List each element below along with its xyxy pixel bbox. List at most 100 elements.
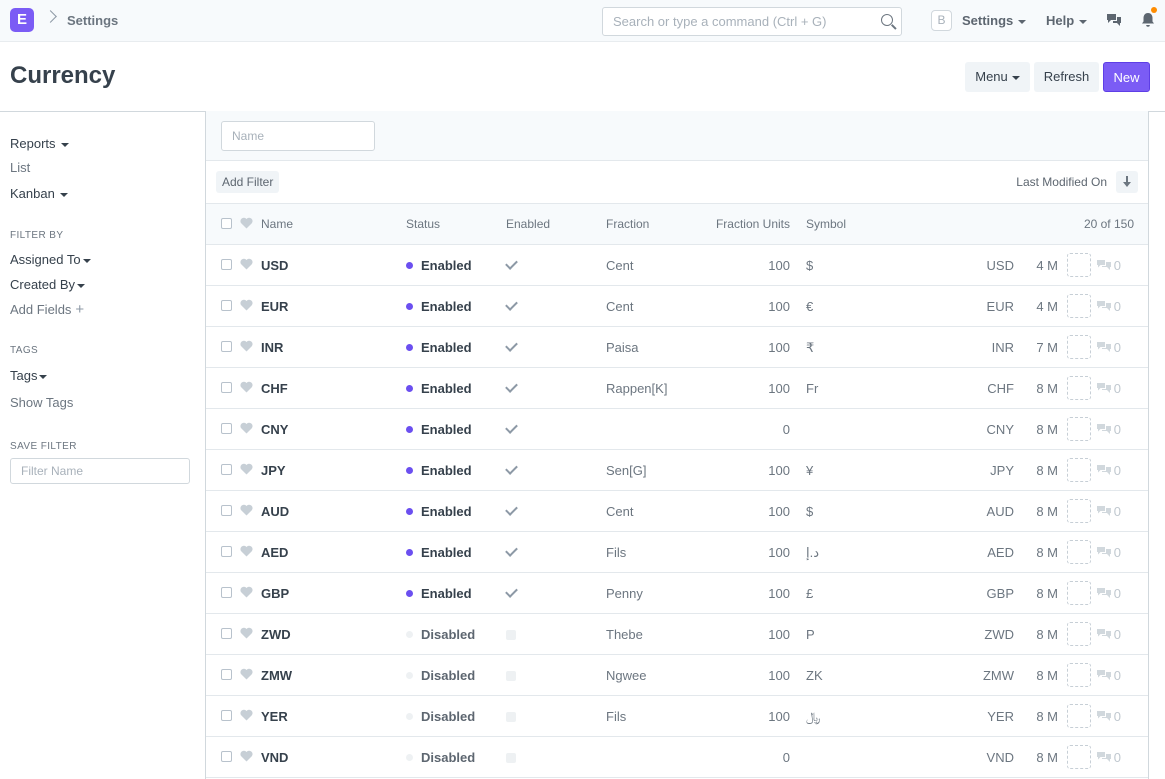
- status-dot: [406, 590, 413, 598]
- list-row[interactable]: AED Enabled Fils 100 د.إ AED 8 M 0: [206, 532, 1148, 573]
- assign-avatar-placeholder[interactable]: [1067, 417, 1091, 441]
- sort-selector[interactable]: Last Modified On: [1016, 175, 1107, 189]
- row-name[interactable]: JPY: [261, 463, 286, 478]
- row-checkbox[interactable]: [221, 669, 232, 680]
- filter-name-input[interactable]: [10, 458, 190, 484]
- assign-avatar-placeholder[interactable]: [1067, 745, 1091, 769]
- heart-icon[interactable]: [240, 627, 253, 639]
- row-name[interactable]: CHF: [261, 381, 288, 396]
- assign-avatar-placeholder[interactable]: [1067, 253, 1091, 277]
- refresh-button[interactable]: Refresh: [1034, 62, 1099, 92]
- assign-avatar-placeholder[interactable]: [1067, 704, 1091, 728]
- assign-avatar-placeholder[interactable]: [1067, 499, 1091, 523]
- assign-avatar-placeholder[interactable]: [1067, 581, 1091, 605]
- bell-icon[interactable]: [1140, 12, 1156, 28]
- settings-dropdown[interactable]: Settings: [962, 13, 1027, 28]
- row-name[interactable]: USD: [261, 258, 288, 273]
- heart-icon[interactable]: [240, 381, 253, 393]
- add-fields-link[interactable]: Add Fields +: [10, 301, 84, 318]
- assigned-to-dropdown[interactable]: Assigned To: [10, 252, 91, 267]
- sidebar-reports-dropdown[interactable]: Reports: [10, 136, 69, 151]
- assign-avatar-placeholder[interactable]: [1067, 663, 1091, 687]
- help-dropdown[interactable]: Help: [1046, 13, 1088, 28]
- assign-avatar-placeholder[interactable]: [1067, 622, 1091, 646]
- row-checkbox[interactable]: [221, 505, 232, 516]
- row-modified-time: 8 M: [1036, 504, 1058, 519]
- row-name[interactable]: AED: [261, 545, 288, 560]
- list-row[interactable]: ZWD Disabled Thebe 100 P ZWD 8 M 0: [206, 614, 1148, 655]
- row-fraction-units: 0: [782, 750, 790, 765]
- row-checkbox[interactable]: [221, 628, 232, 639]
- heart-icon[interactable]: [240, 217, 253, 229]
- row-name[interactable]: YER: [261, 709, 288, 724]
- list-row[interactable]: EUR Enabled Cent 100 € EUR 4 M 0: [206, 286, 1148, 327]
- row-checkbox[interactable]: [221, 341, 232, 352]
- heart-icon[interactable]: [240, 709, 253, 721]
- row-symbol: ¥: [806, 463, 814, 478]
- heart-icon[interactable]: [240, 545, 253, 557]
- heart-icon[interactable]: [240, 586, 253, 598]
- tags-dropdown[interactable]: Tags: [10, 368, 48, 383]
- show-tags-link[interactable]: Show Tags: [10, 395, 73, 410]
- heart-icon[interactable]: [240, 422, 253, 434]
- assign-avatar-placeholder[interactable]: [1067, 458, 1091, 482]
- row-checkbox[interactable]: [221, 300, 232, 311]
- new-button[interactable]: New: [1103, 62, 1150, 92]
- list-row[interactable]: JPY Enabled Sen[G] 100 ¥ JPY 8 M 0: [206, 450, 1148, 491]
- row-checkbox[interactable]: [221, 464, 232, 475]
- sidebar-kanban-dropdown[interactable]: Kanban: [10, 186, 68, 201]
- row-currency-code: USD: [986, 258, 1014, 273]
- list-row[interactable]: USD Enabled Cent 100 $ USD 4 M 0: [206, 245, 1148, 286]
- row-fraction-units: 100: [768, 504, 790, 519]
- heart-icon[interactable]: [240, 258, 253, 270]
- row-checkbox[interactable]: [221, 546, 232, 557]
- assign-avatar-placeholder[interactable]: [1067, 335, 1091, 359]
- list-row[interactable]: GBP Enabled Penny 100 £ GBP 8 M 0: [206, 573, 1148, 614]
- heart-icon[interactable]: [240, 668, 253, 680]
- row-checkbox[interactable]: [221, 710, 232, 721]
- select-all-checkbox[interactable]: [221, 218, 232, 229]
- list-row[interactable]: CNY Enabled 0 CNY 8 M 0: [206, 409, 1148, 450]
- status-indicator: Disabled: [406, 709, 475, 724]
- name-filter-input[interactable]: [221, 121, 375, 151]
- list-row[interactable]: AUD Enabled Cent 100 $ AUD 8 M 0: [206, 491, 1148, 532]
- row-modified-time: 8 M: [1036, 709, 1058, 724]
- row-name[interactable]: GBP: [261, 586, 289, 601]
- row-name[interactable]: VND: [261, 750, 288, 765]
- awesomebar[interactable]: [602, 7, 902, 36]
- row-checkbox[interactable]: [221, 382, 232, 393]
- heart-icon[interactable]: [240, 463, 253, 475]
- row-checkbox[interactable]: [221, 751, 232, 762]
- list-row[interactable]: YER Disabled Fils 100 ﷼ YER 8 M 0: [206, 696, 1148, 737]
- list-row[interactable]: CHF Enabled Rappen[K] 100 Fr CHF 8 M 0: [206, 368, 1148, 409]
- sidebar-list-link[interactable]: List: [10, 160, 30, 175]
- chat-icon[interactable]: [1106, 13, 1122, 27]
- heart-icon[interactable]: [240, 299, 253, 311]
- heart-icon[interactable]: [240, 504, 253, 516]
- assign-avatar-placeholder[interactable]: [1067, 294, 1091, 318]
- row-name[interactable]: EUR: [261, 299, 288, 314]
- row-name[interactable]: CNY: [261, 422, 288, 437]
- list-row[interactable]: INR Enabled Paisa 100 ₹ INR 7 M 0: [206, 327, 1148, 368]
- row-checkbox[interactable]: [221, 587, 232, 598]
- heart-icon[interactable]: [240, 750, 253, 762]
- list-row[interactable]: ZMW Disabled Ngwee 100 ZK ZMW 8 M 0: [206, 655, 1148, 696]
- list-row[interactable]: VND Disabled 0 VND 8 M 0: [206, 737, 1148, 778]
- sort-order-button[interactable]: [1116, 171, 1138, 193]
- add-filter-button[interactable]: Add Filter: [216, 171, 280, 193]
- row-name[interactable]: ZWD: [261, 627, 291, 642]
- row-checkbox[interactable]: [221, 259, 232, 270]
- row-name[interactable]: ZMW: [261, 668, 292, 683]
- menu-button[interactable]: Menu: [965, 62, 1030, 92]
- row-checkbox[interactable]: [221, 423, 232, 434]
- assign-avatar-placeholder[interactable]: [1067, 376, 1091, 400]
- avatar[interactable]: B: [931, 10, 952, 31]
- search-input[interactable]: [603, 8, 873, 35]
- row-name[interactable]: AUD: [261, 504, 289, 519]
- breadcrumb-settings[interactable]: Settings: [67, 13, 118, 28]
- assign-avatar-placeholder[interactable]: [1067, 540, 1091, 564]
- app-logo[interactable]: E: [10, 8, 34, 32]
- heart-icon[interactable]: [240, 340, 253, 352]
- row-name[interactable]: INR: [261, 340, 283, 355]
- created-by-dropdown[interactable]: Created By: [10, 277, 86, 292]
